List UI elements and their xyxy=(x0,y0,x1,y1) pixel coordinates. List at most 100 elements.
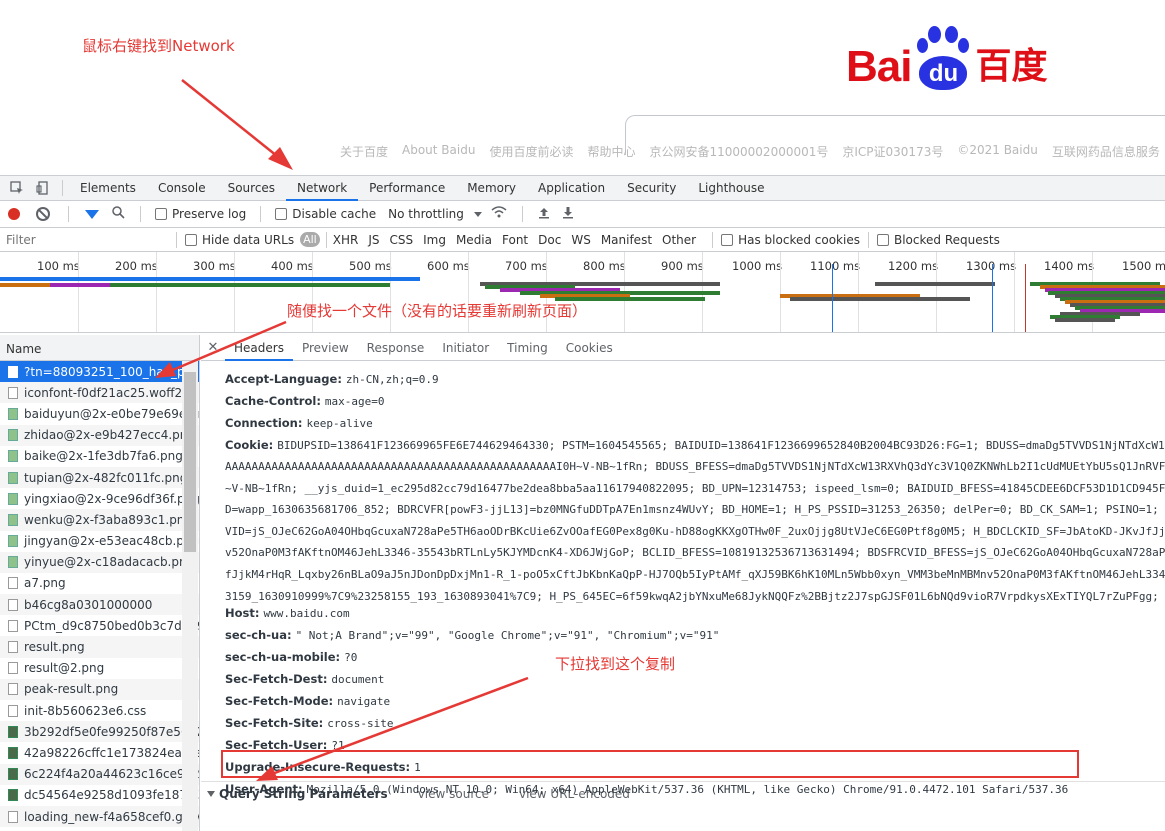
header-value[interactable]: Mozilla/5.0 (Windows NT 10.0; Win64; x64… xyxy=(307,783,1069,796)
request-row[interactable]: baike@2x-1fe3db7fa6.png xyxy=(0,446,199,467)
type-filter-xhr[interactable]: XHR xyxy=(333,233,359,247)
tab-sources[interactable]: Sources xyxy=(217,176,286,201)
header-value[interactable]: document xyxy=(331,673,384,686)
header-value[interactable]: navigate xyxy=(337,695,390,708)
request-row[interactable]: peak-result.png xyxy=(0,678,199,700)
header-value[interactable]: ?0 xyxy=(344,651,357,664)
inspect-element-icon[interactable] xyxy=(4,176,30,201)
filter-input[interactable] xyxy=(2,230,170,249)
request-row[interactable]: ?tn=88093251_100_hao_pg xyxy=(0,361,199,383)
header-value[interactable]: keep-alive xyxy=(306,417,372,430)
tab-preview[interactable]: Preview xyxy=(293,335,358,361)
blocked-requests-checkbox[interactable]: Blocked Requests xyxy=(876,233,1000,247)
tab-response[interactable]: Response xyxy=(358,335,434,361)
footer-link[interactable]: 京公网安备11000002000001号 xyxy=(649,143,828,160)
header-value[interactable]: cross-site xyxy=(327,717,393,730)
request-row[interactable]: yinyue@2x-c18adacacb.png xyxy=(0,551,199,573)
tab-network[interactable]: Network xyxy=(286,176,359,201)
header-value[interactable]: zh-CN,zh;q=0.9 xyxy=(346,373,439,386)
header-value[interactable]: www.baidu.com xyxy=(263,607,349,620)
cookie-continuation[interactable]: fJjkM4rHqR_Lqxby26nBLaO9aJ5nJDonDpDxjMn1… xyxy=(225,567,1165,583)
tab-console[interactable]: Console xyxy=(147,176,217,201)
request-row[interactable]: jingyan@2x-e53eac48cb.png xyxy=(0,531,199,552)
type-filter-doc[interactable]: Doc xyxy=(538,233,561,247)
export-har-icon[interactable] xyxy=(562,206,574,223)
request-row[interactable]: result@2.png xyxy=(0,658,199,679)
tab-application[interactable]: Application xyxy=(527,176,616,201)
request-row[interactable]: baiduyun@2x-e0be79e69e.png xyxy=(0,403,199,424)
device-toolbar-icon[interactable] xyxy=(30,176,56,201)
header-value[interactable]: ?1 xyxy=(331,739,344,752)
cookie-continuation[interactable]: VID=jS_OJeC62GoA04OHbqGcuxaN728aPe5TH6ao… xyxy=(225,524,1165,540)
footer-link[interactable]: ©2021 Baidu xyxy=(957,143,1038,160)
request-row[interactable]: tupian@2x-482fc011fc.png xyxy=(0,466,199,489)
request-row[interactable]: 42a98226cffc1e173824eac2a0 xyxy=(0,742,199,763)
request-row[interactable]: loading_new-f4a658cef0.gif?v xyxy=(0,805,199,828)
cookie-continuation[interactable]: ~V-NB~1fRn; __yjs_duid=1_ec295d82cc79d16… xyxy=(225,481,1165,497)
tab-elements[interactable]: Elements xyxy=(69,176,147,201)
request-row[interactable]: yingxiao@2x-9ce96df36f.png xyxy=(0,488,199,509)
hide-data-urls-checkbox[interactable]: Hide data URLs xyxy=(185,233,294,247)
header-key: Cookie: xyxy=(225,438,274,452)
request-row[interactable]: 6c224f4a20a44623c16ce9927 xyxy=(0,763,199,785)
preserve-log-checkbox[interactable]: Preserve log xyxy=(155,207,246,221)
column-header-name[interactable]: Name xyxy=(0,335,199,361)
search-icon[interactable] xyxy=(112,205,125,223)
throttling-select[interactable]: No throttling xyxy=(388,207,482,221)
type-filter-media[interactable]: Media xyxy=(456,233,492,247)
import-har-icon[interactable] xyxy=(538,206,550,223)
header-value[interactable]: " Not;A Brand";v="99", "Google Chrome";v… xyxy=(296,629,720,642)
clear-icon[interactable] xyxy=(36,207,50,221)
footer-link[interactable]: 京ICP证030173号 xyxy=(842,143,943,160)
request-row[interactable]: a7.png xyxy=(0,573,199,594)
request-row[interactable]: 9585f872d97b1040d1d4 xyxy=(0,827,199,831)
request-row[interactable]: dc54564e9258d1093fe187cf3 xyxy=(0,785,199,806)
baidu-logo[interactable]: Bai du 百度 xyxy=(846,22,1048,92)
tab-initiator[interactable]: Initiator xyxy=(433,335,498,361)
type-filter-img[interactable]: Img xyxy=(423,233,446,247)
header-value[interactable]: BIDUPSID=138641F123669965FE6E74462946433… xyxy=(277,439,1165,452)
request-row[interactable]: init-8b560623e6.css xyxy=(0,700,199,721)
close-icon[interactable]: ✕ xyxy=(201,340,225,355)
footer-link[interactable]: 使用百度前必读 xyxy=(489,143,573,160)
request-row[interactable]: zhidao@2x-e9b427ecc4.png xyxy=(0,424,199,446)
request-row[interactable]: result.png xyxy=(0,636,199,658)
footer-link[interactable]: 关于百度 xyxy=(340,143,388,160)
tab-memory[interactable]: Memory xyxy=(456,176,527,201)
request-row[interactable]: wenku@2x-f3aba893c1.png xyxy=(0,509,199,531)
tab-lighthouse[interactable]: Lighthouse xyxy=(687,176,775,201)
request-row[interactable]: b46cg8a0301000000 xyxy=(0,594,199,616)
filter-icon[interactable] xyxy=(85,209,99,219)
tab-security[interactable]: Security xyxy=(616,176,687,201)
tab-cookies[interactable]: Cookies xyxy=(557,335,622,361)
footer-link[interactable]: 互联网药品信息服务 xyxy=(1052,143,1160,160)
tab-performance[interactable]: Performance xyxy=(358,176,456,201)
logo-latin: Bai xyxy=(846,42,912,91)
cookie-continuation[interactable]: D=wapp_1630635681706_852; BDRCVFR[powF3-… xyxy=(225,502,1165,518)
type-filter-font[interactable]: Font xyxy=(502,233,528,247)
cookie-continuation[interactable]: v52OnaP0M3fAKftnOM46JehL3346-35543bRTLnL… xyxy=(225,545,1165,561)
record-icon[interactable] xyxy=(8,208,20,220)
header-value[interactable]: max-age=0 xyxy=(325,395,385,408)
footer-link[interactable]: 帮助中心 xyxy=(587,143,635,160)
footer-link[interactable]: About Baidu xyxy=(402,143,475,160)
header-value[interactable]: 1 xyxy=(414,761,421,774)
request-row[interactable]: iconfont-f0df21ac25.woff2 xyxy=(0,382,199,404)
cookie-continuation[interactable]: 3159_1630910999%7C9%23258155_193_1630893… xyxy=(225,589,1165,605)
type-filter-other[interactable]: Other xyxy=(662,233,696,247)
type-filter-all[interactable]: All xyxy=(300,232,320,247)
tab-timing[interactable]: Timing xyxy=(498,335,557,361)
has-blocked-cookies-checkbox[interactable]: Has blocked cookies xyxy=(721,233,860,247)
cookie-continuation[interactable]: AAAAAAAAAAAAAAAAAAAAAAAAAAAAAAAAAAAAAAAA… xyxy=(225,459,1165,475)
type-filter-manifest[interactable]: Manifest xyxy=(601,233,652,247)
request-list-scrollbar[interactable] xyxy=(184,372,196,552)
disable-cache-checkbox[interactable]: Disable cache xyxy=(275,207,376,221)
request-row[interactable]: 3b292df5e0fe99250f87e5602e xyxy=(0,721,199,743)
network-conditions-icon[interactable] xyxy=(491,206,507,222)
request-row[interactable]: PCtm_d9c8750bed0b3c7d089 xyxy=(0,615,199,636)
type-filter-ws[interactable]: WS xyxy=(571,233,590,247)
type-filter-js[interactable]: JS xyxy=(368,233,379,247)
header-row: Cache-Control: max-age=0 xyxy=(225,393,385,409)
type-filter-css[interactable]: CSS xyxy=(389,233,413,247)
tab-headers[interactable]: Headers xyxy=(225,335,293,361)
